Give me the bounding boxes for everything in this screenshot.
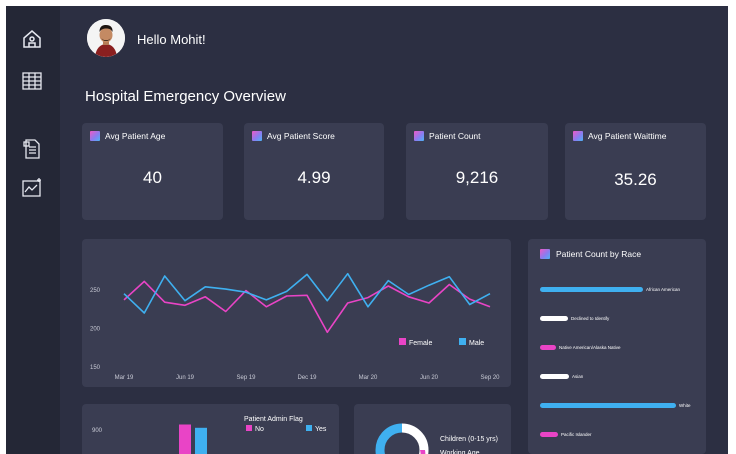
race-bar-label: Native American/Alaska Native: [559, 344, 621, 350]
race-chart-card: Patient Count by Race African American De…: [528, 239, 706, 454]
x-tick-label: Mar 20: [359, 375, 378, 381]
document-icon[interactable]: [20, 137, 44, 161]
greeting: Hello Mohit!: [137, 32, 206, 47]
legend-swatch-male: [459, 338, 466, 345]
kpi-card-avg-age: Avg Patient Age 40: [82, 123, 223, 220]
legend-label-female: Female: [409, 340, 432, 347]
series-line-male: [123, 272, 491, 314]
race-bar[interactable]: [540, 316, 568, 321]
kpi-value: 35.26: [614, 170, 657, 189]
kpi-card-avg-waittime: Avg Patient Waittime 35.26: [565, 123, 706, 220]
kpi-label: Patient Count: [429, 131, 481, 141]
donut-label: Children (0-15 yrs): [440, 436, 498, 443]
age-group-donut-chart: Children (0-15 yrs) Working Age: [375, 423, 498, 454]
race-bar[interactable]: [540, 345, 556, 350]
gender-line-chart: 150 200 250 Mar 19 Jun 19 Sep 19 Dec 19 Mar 20 J…: [90, 272, 500, 381]
x-tick-label: Sep 19: [236, 375, 256, 381]
donut-slice-accent: [420, 450, 426, 454]
sidebar: [6, 6, 60, 454]
race-bar-label: Asian: [572, 373, 584, 379]
race-bar-label: Declined to Identify: [571, 315, 610, 321]
kpi-card-patient-count: Patient Count 9,216: [406, 123, 548, 220]
chart-marker-icon: [540, 249, 550, 259]
home-icon[interactable]: [20, 27, 44, 51]
kpi-card-avg-score: Avg Patient Score 4.99: [244, 123, 384, 220]
line-chart-card: 150 200 250 Mar 19 Jun 19 Sep 19 Dec 19 Mar 20 J…: [82, 239, 511, 387]
kpi-value: 40: [143, 168, 162, 187]
legend-swatch-no: [246, 425, 252, 431]
legend-label-male: Male: [469, 340, 484, 347]
age-group-card: Children (0-15 yrs) Working Age: [354, 404, 511, 454]
kpi-value: 9,216: [455, 168, 499, 187]
race-bar-label: Pacific Islander: [561, 431, 592, 437]
kpi-marker-icon: [573, 131, 583, 141]
kpi-marker-icon: [252, 131, 262, 141]
race-bar[interactable]: [540, 432, 558, 437]
race-bar[interactable]: [540, 403, 676, 408]
admin-flag-card: 600900Patient Admin FlagNoYes: [82, 404, 339, 454]
admin-flag-bar-chart: 600900Patient Admin FlagNoYes: [92, 416, 327, 454]
y-tick-label: 900: [92, 428, 103, 434]
admin-flag-bar-yes: [195, 427, 207, 454]
kpi-value: 4.99: [297, 168, 331, 187]
kpi-label: Avg Patient Age: [105, 131, 166, 141]
y-tick-label: 150: [90, 365, 101, 371]
page-title: Hospital Emergency Overview: [85, 88, 286, 105]
legend-title: Patient Admin Flag: [244, 416, 303, 423]
donut-label: Working Age: [440, 450, 480, 454]
kpi-marker-icon: [90, 131, 100, 141]
chart-icon[interactable]: [20, 176, 44, 200]
legend-label-yes: Yes: [315, 426, 327, 433]
race-bar-label: African American: [646, 286, 681, 292]
legend-label-no: No: [255, 426, 264, 433]
dashboard-frame: Hello Mohit! Hospital Emergency Overview…: [6, 6, 728, 454]
y-tick-label: 200: [90, 326, 101, 332]
race-bar[interactable]: [540, 374, 569, 379]
table-icon[interactable]: [20, 69, 44, 93]
kpi-label: Avg Patient Score: [267, 131, 335, 141]
race-bar[interactable]: [540, 287, 643, 292]
kpi-label: Avg Patient Waittime: [588, 131, 667, 141]
y-tick-label: 250: [90, 288, 101, 294]
x-tick-label: Jun 20: [420, 375, 439, 381]
x-tick-label: Dec 19: [297, 375, 317, 381]
admin-flag-bar-no: [179, 424, 191, 454]
series-line-female: [123, 280, 491, 334]
x-tick-label: Sep 20: [480, 375, 500, 381]
avatar[interactable]: [87, 19, 125, 57]
x-tick-label: Mar 19: [115, 375, 134, 381]
kpi-marker-icon: [414, 131, 424, 141]
legend-swatch-yes: [306, 425, 312, 431]
x-tick-label: Jun 19: [176, 375, 195, 381]
race-chart-title: Patient Count by Race: [556, 249, 642, 259]
race-bar-label: White: [679, 402, 691, 408]
legend-swatch-female: [399, 338, 406, 345]
